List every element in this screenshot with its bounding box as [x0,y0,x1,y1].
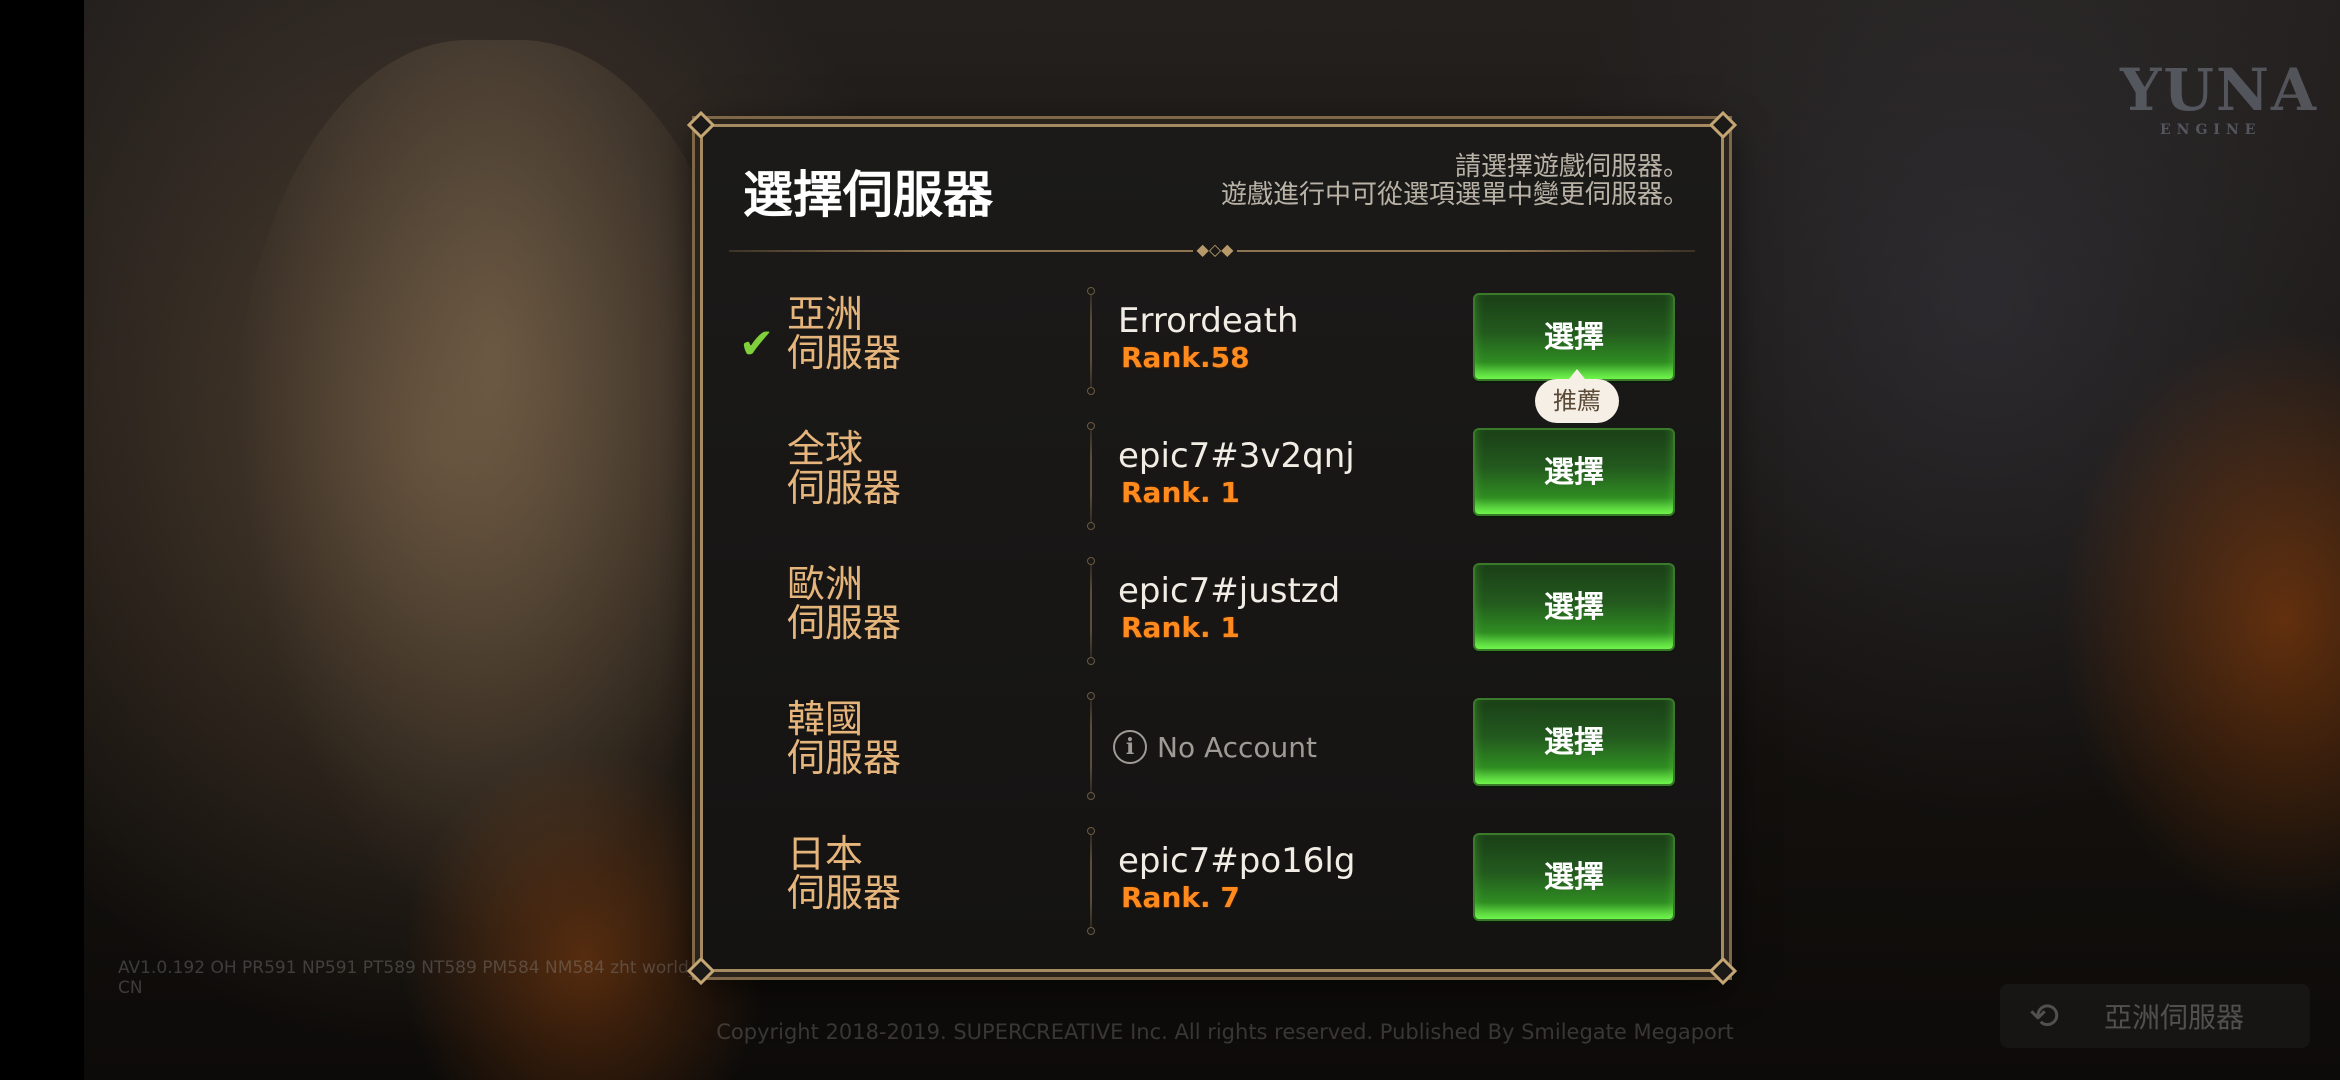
divider-ornament: ◆◇◆ [1193,240,1237,260]
engine-logo: YUNA ENGINE [2120,56,2320,146]
select-button-korea[interactable]: 選擇 [1473,698,1675,786]
select-button-global[interactable]: 選擇 [1473,428,1675,516]
dialog-title: 選擇伺服器 [743,166,993,224]
region-suffix: 伺服器 [787,601,902,645]
select-button-europe[interactable]: 選擇 [1473,563,1675,651]
current-server-label: 亞洲伺服器 [2104,1001,2245,1034]
row-separator [1087,557,1095,665]
current-server-button[interactable]: ⟲ 亞洲伺服器 [2000,984,2310,1048]
select-button-asia[interactable]: 選擇 [1473,293,1675,381]
account-name: Errordeath [1118,301,1299,341]
server-select-dialog: 選擇伺服器 請選擇遊戲伺服器。 遊戲進行中可從選項選單中變更伺服器。 ◆◇◆ ✔… [686,110,1738,986]
region-name: 韓國 [787,697,864,741]
account-name: epic7#3v2qnj [1118,436,1355,476]
no-account-notice: i No Account [1113,730,1317,764]
hint-line-2: 遊戲進行中可從選項選單中變更伺服器。 [1220,180,1689,210]
server-row-korea: 韓國 伺服器 i No Account 選擇 [703,682,1721,817]
character-art [234,40,754,940]
account-rank: Rank. 1 [1121,476,1240,509]
server-row-japan: 日本 伺服器 epic7#po16lg Rank. 7 選擇 [703,817,1721,952]
account-name: epic7#po16lg [1118,841,1356,881]
region-name: 亞洲 [787,292,864,336]
region-suffix: 伺服器 [787,871,902,915]
region-name: 全球 [787,427,864,471]
server-region: 日本 伺服器 [787,835,987,913]
account-rank: Rank.58 [1121,341,1250,374]
server-region: 歐洲 伺服器 [787,565,987,643]
region-name: 歐洲 [787,562,864,606]
info-icon: i [1113,730,1147,764]
row-separator [1087,827,1095,935]
region-name: 日本 [787,832,864,876]
dialog-hint: 請選擇遊戲伺服器。 遊戲進行中可從選項選單中變更伺服器。 [1221,153,1689,209]
logo-text: YUNA [2120,56,2319,124]
account-rank: Rank. 1 [1121,611,1240,644]
region-suffix: 伺服器 [787,736,902,780]
refresh-icon: ⟲ [2028,995,2060,1037]
recommend-badge: 推薦 [1535,369,1619,423]
row-separator [1087,287,1095,395]
logo-subtext: ENGINE [2160,122,2262,138]
row-separator [1087,422,1095,530]
server-region: 全球 伺服器 [787,430,987,508]
server-region: 亞洲 伺服器 [787,295,987,373]
region-suffix: 伺服器 [787,466,902,510]
select-button-japan[interactable]: 選擇 [1473,833,1675,921]
copyright-text: Copyright 2018-2019. SUPERCREATIVE Inc. … [716,1020,1734,1044]
account-rank: Rank. 7 [1121,881,1240,914]
region-suffix: 伺服器 [787,331,902,375]
row-separator [1087,692,1095,800]
check-icon: ✔ [739,319,775,368]
account-name: epic7#justzd [1118,571,1341,611]
no-account-text: No Account [1157,730,1318,764]
server-row-asia: ✔ 亞洲 伺服器 Errordeath Rank.58 選擇 推薦 [703,277,1721,423]
version-info: AV1.0.192 OH PR591 NP591 PT589 NT589 PM5… [118,958,732,998]
server-row-europe: 歐洲 伺服器 epic7#justzd Rank. 1 選擇 [703,547,1721,682]
server-region: 韓國 伺服器 [787,700,987,778]
server-row-global: 全球 伺服器 epic7#3v2qnj Rank. 1 選擇 [703,412,1721,547]
hint-line-1: 請選擇遊戲伺服器。 [1454,152,1689,182]
